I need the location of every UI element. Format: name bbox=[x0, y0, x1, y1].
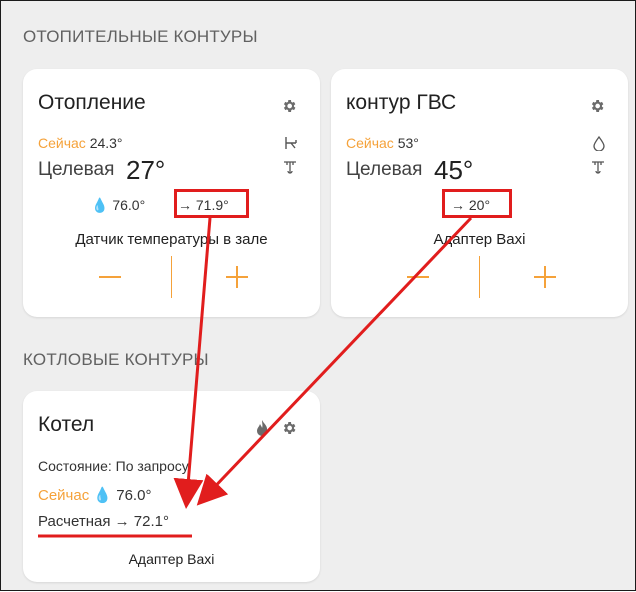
arrow-heating-to-calc bbox=[173, 217, 212, 509]
annotation-arrows bbox=[38, 216, 473, 538]
arrow-dhw-to-calc bbox=[196, 216, 473, 506]
app-frame: ОТОПИТЕЛЬНЫЕ КОНТУРЫ Отопление Сейчас 24… bbox=[0, 0, 636, 591]
